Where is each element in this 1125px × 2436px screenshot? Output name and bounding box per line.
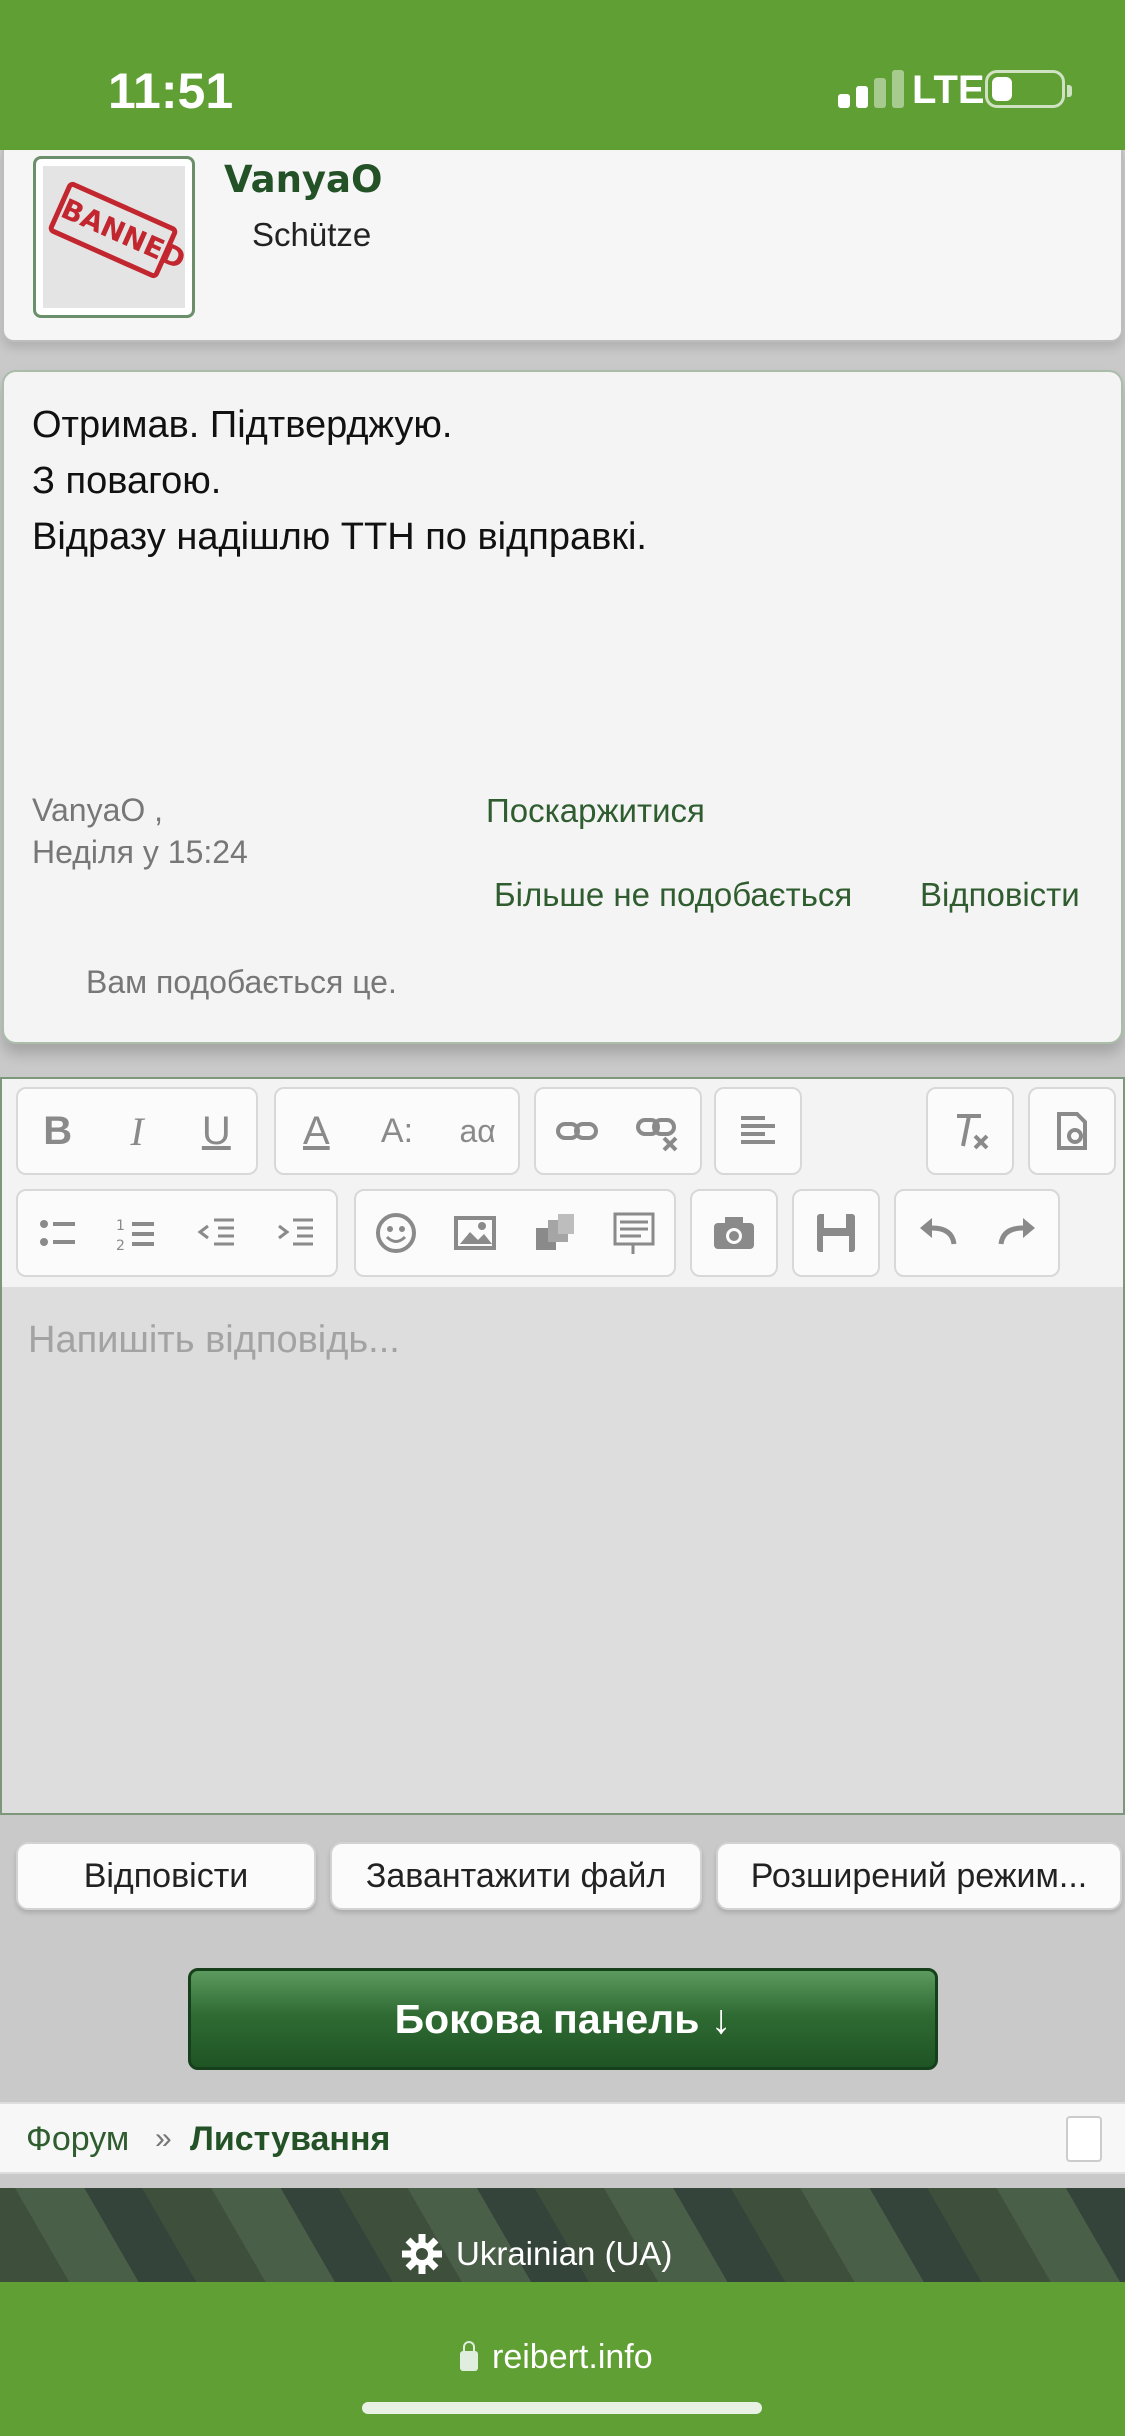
network-type: LTE [912,68,985,112]
bullet-list-icon[interactable] [25,1198,91,1268]
reply-editor: B I U A A: aα 1 2 Напишіть відповідь... [0,1077,1125,1815]
advanced-mode-button[interactable]: Розширений режим... [716,1842,1122,1910]
breadcrumb: Форум » Листування [0,2102,1125,2174]
align-left-icon[interactable] [725,1096,791,1166]
font-family-button[interactable]: aα [445,1096,511,1166]
language-selector[interactable]: Ukrainian (UA) [400,2232,672,2276]
font-group: A A: aα [274,1087,520,1175]
lock-icon [460,2340,478,2371]
user-card: BANNED VanyaO Schütze [2,150,1123,342]
gear-icon [402,2234,442,2274]
save-group [792,1189,880,1277]
url-display[interactable]: reibert.info [460,2338,653,2377]
browser-url-bar[interactable]: reibert.info [0,2282,1125,2436]
indent-icon[interactable] [263,1198,329,1268]
upload-file-button[interactable]: Завантажити файл [330,1842,702,1910]
message-line: Відразу надішлю ТТН по відправкі. [32,516,647,558]
source-group [1028,1087,1116,1175]
avatar[interactable]: BANNED [33,156,195,318]
breadcrumb-separator: » [155,2122,172,2155]
sidebar-toggle-button[interactable]: Бокова панель ↓ [188,1968,938,2070]
svg-text:1: 1 [116,1218,125,1234]
clear-format-group [926,1087,1014,1175]
message-date[interactable]: Неділя у 15:24 [32,834,248,871]
likes-summary: Вам подобається це. [86,964,397,1000]
username[interactable]: VanyaO [224,158,382,201]
language-label: Ukrainian (UA) [456,2235,673,2272]
redo-icon[interactable] [985,1198,1051,1268]
font-size-button[interactable]: A: [364,1096,430,1166]
message-post: Отримав. Підтверджую. З повагою. Відразу… [2,370,1123,1044]
status-time: 11:51 [108,63,234,119]
undo-icon[interactable] [904,1198,970,1268]
font-color-button[interactable]: A [283,1096,349,1166]
smiley-icon[interactable] [363,1198,429,1268]
reply-link[interactable]: Відповісти [920,876,1080,914]
remove-format-icon[interactable] [937,1096,1003,1166]
breadcrumb-forum[interactable]: Форум [26,2120,129,2159]
home-indicator[interactable] [362,2402,762,2414]
breadcrumb-current[interactable]: Листування [190,2120,390,2159]
camera-group [690,1189,778,1277]
camera-icon[interactable] [701,1198,767,1268]
banned-stamp: BANNED [46,180,185,280]
align-group [714,1087,802,1175]
link-group [534,1087,702,1175]
outdent-icon[interactable] [184,1198,250,1268]
numbered-list-icon[interactable]: 12 [104,1198,170,1268]
battery-icon [985,70,1072,108]
quote-icon[interactable] [601,1198,667,1268]
url-text: reibert.info [492,2338,653,2376]
media-icon[interactable] [522,1198,588,1268]
status-bar: 11:51 LTE [0,0,1125,150]
reply-input[interactable]: Напишіть відповідь... [28,1319,400,1362]
report-link[interactable]: Поскаржитися [486,792,705,830]
link-icon[interactable] [544,1096,610,1166]
underline-button[interactable]: U [183,1096,249,1166]
editor-toolbar: B I U A A: aα 1 2 [2,1079,1123,1287]
source-mode-icon[interactable] [1039,1096,1105,1166]
message-author[interactable]: VanyaO , [32,792,163,829]
save-draft-icon[interactable] [803,1198,869,1268]
unlink-icon[interactable] [626,1096,692,1166]
message-line: З повагою. [32,460,222,502]
image-icon[interactable] [442,1198,508,1268]
message-line: Отримав. Підтверджую. [32,404,453,446]
italic-button[interactable]: I [104,1096,170,1166]
unlike-link[interactable]: Більше не подобається [494,876,852,914]
list-group: 12 [16,1189,338,1277]
insert-group [354,1189,676,1277]
bold-button[interactable]: B [25,1096,91,1166]
document-icon[interactable] [1066,2116,1102,2162]
reply-button[interactable]: Відповісти [16,1842,316,1910]
history-group [894,1189,1060,1277]
signal-icon [838,70,904,108]
user-title: Schütze [252,216,372,253]
svg-text:2: 2 [116,1238,125,1254]
format-group: B I U [16,1087,258,1175]
